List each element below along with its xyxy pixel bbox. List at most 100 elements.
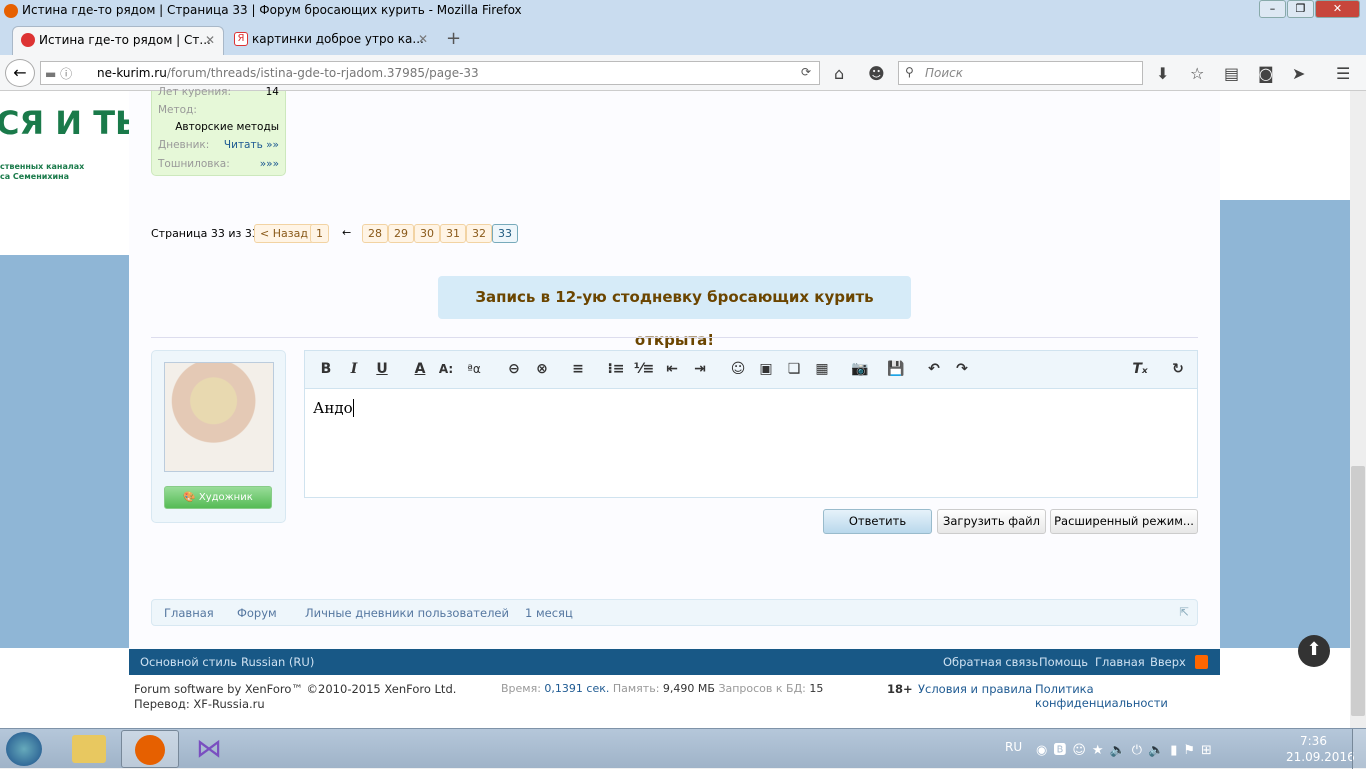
diary-link[interactable]: Читать »» — [224, 139, 279, 151]
firefox-taskbar-button[interactable] — [121, 730, 179, 768]
page-29[interactable]: 29 — [388, 224, 414, 243]
breadcrumb-month[interactable]: 1 месяц — [525, 606, 573, 620]
underline-icon[interactable]: U — [369, 355, 395, 383]
back-button[interactable]: ← — [5, 59, 35, 87]
close-tab-icon[interactable]: ✕ — [205, 33, 215, 47]
bullet-list-icon[interactable]: ⁝≡ — [603, 355, 629, 383]
app-icon[interactable]: ⋈ — [196, 735, 222, 763]
bookmarks-icon[interactable]: ▤ — [1224, 64, 1239, 83]
tab-bar: Истина где-то рядом | Ст... ✕ Якартинки д… — [0, 22, 1366, 55]
align-icon[interactable]: ≡ — [565, 355, 591, 383]
bold-icon[interactable]: B — [313, 355, 339, 383]
page-31[interactable]: 31 — [440, 224, 466, 243]
explorer-icon[interactable] — [72, 735, 106, 763]
home-link[interactable]: Главная — [1095, 655, 1145, 669]
save-draft-icon[interactable]: 💾 — [883, 355, 909, 383]
numbered-list-icon[interactable]: ⅟≡ — [631, 355, 657, 383]
tab-active[interactable]: Истина где-то рядом | Ст... ✕ — [12, 26, 224, 55]
top-link[interactable]: Вверх — [1150, 655, 1186, 669]
page-skip[interactable]: ← — [342, 226, 351, 239]
smilies-icon[interactable]: ☺ — [725, 355, 751, 383]
debug-info: Время: 0,1391 сек. Память: 9,490 МБ Запр… — [501, 682, 824, 695]
prev-page-button[interactable]: < Назад — [254, 224, 314, 243]
font-color-icon[interactable]: A — [407, 355, 433, 383]
indent-icon[interactable]: ⇥ — [687, 355, 713, 383]
upload-file-button[interactable]: Загрузить файл — [937, 509, 1046, 534]
terms-link[interactable]: Условия и правила — [918, 682, 1032, 696]
remove-format-icon[interactable]: Tₓ — [1127, 355, 1153, 383]
page-30[interactable]: 30 — [414, 224, 440, 243]
feedback-link[interactable]: Обратная связь — [943, 655, 1038, 669]
camera-icon[interactable]: 📷 — [847, 355, 873, 383]
page-28[interactable]: 28 — [362, 224, 388, 243]
nausea-link[interactable]: »»» — [260, 158, 279, 170]
user-info-panel: Лет курения: 14 Метод: Авторские методы Д… — [151, 86, 286, 176]
chat-icon[interactable]: ☻ — [868, 64, 885, 83]
minimize-button[interactable]: – — [1259, 0, 1286, 18]
font-family-icon[interactable]: ªα — [461, 355, 487, 383]
close-tab-icon[interactable]: ✕ — [418, 32, 428, 46]
reload-icon[interactable]: ⟳ — [801, 65, 811, 79]
language-chooser[interactable]: Russian (RU) — [241, 655, 314, 669]
menu-icon[interactable]: ☰ — [1336, 64, 1350, 83]
breadcrumb-diaries[interactable]: Личные дневники пользователей — [305, 606, 509, 620]
page-33-current[interactable]: 33 — [492, 224, 518, 243]
undo-icon[interactable]: ↶ — [921, 355, 947, 383]
quote-icon[interactable]: ▦ — [809, 355, 835, 383]
download-icon[interactable]: ⬇ — [1156, 64, 1169, 83]
banner-line2: са Семенихина — [0, 172, 70, 181]
start-button[interactable] — [6, 732, 42, 766]
avatar[interactable] — [164, 362, 274, 472]
maximize-button[interactable]: ❐ — [1287, 0, 1314, 18]
help-link[interactable]: Помощь — [1039, 655, 1088, 669]
breadcrumb-forum[interactable]: Форум — [237, 606, 277, 620]
editor-text: Андо — [313, 399, 353, 417]
years-label: Лет курения: — [158, 86, 232, 98]
language-indicator[interactable]: RU — [1005, 740, 1022, 754]
breadcrumb-home[interactable]: Главная — [164, 606, 214, 620]
bookmark-star-icon[interactable]: ☆ — [1190, 64, 1204, 83]
address-bar[interactable]: ▬ ⓘ ne-kurim.ru/forum/threads/istina-gde-… — [40, 61, 820, 85]
media-icon[interactable]: ❏ — [781, 355, 807, 383]
copyright[interactable]: Forum software by XenForo™ ©2010-2015 Xe… — [134, 682, 456, 696]
new-tab-button[interactable]: + — [446, 28, 461, 49]
page-icon: ▬ ⓘ — [45, 67, 73, 81]
search-input[interactable]: ⚲ Поиск — [898, 61, 1143, 85]
jump-icon[interactable]: ⇱ — [1179, 605, 1189, 619]
divider — [151, 337, 1198, 338]
scrollbar-thumb[interactable] — [1351, 466, 1365, 716]
tab-yandex[interactable]: Якартинки доброе утро ка... ✕ — [226, 26, 436, 55]
rss-icon[interactable] — [1195, 655, 1208, 669]
tray-icons[interactable]: ◉🅱☺★🔈⏻🔉▮⚑⊞ — [1036, 739, 1218, 758]
style-chooser[interactable]: Основной стиль — [140, 655, 237, 669]
unlink-icon[interactable]: ⊗ — [529, 355, 555, 383]
home-icon[interactable]: ⌂ — [834, 64, 844, 83]
outdent-icon[interactable]: ⇤ — [659, 355, 685, 383]
send-icon[interactable]: ➤ — [1292, 64, 1305, 83]
advanced-mode-button[interactable]: Расширенный режим... — [1050, 509, 1198, 534]
palette-icon: 🎨 — [183, 492, 196, 503]
reply-button[interactable]: Ответить — [823, 509, 932, 534]
translation-credit[interactable]: Перевод: XF-Russia.ru — [134, 697, 265, 711]
page-1[interactable]: 1 — [310, 224, 329, 243]
notice-banner: Запись в 12-ую стодневку бросающих курит… — [438, 276, 911, 349]
image-icon[interactable]: ▣ — [753, 355, 779, 383]
toggle-bbcode-icon[interactable]: ↻ — [1165, 355, 1191, 383]
clock-date[interactable]: 21.09.2016 — [1286, 750, 1355, 764]
editor-textarea[interactable]: Андо — [305, 389, 1197, 497]
link-icon[interactable]: ⊖ — [501, 355, 527, 383]
font-size-icon[interactable]: A: — [433, 355, 459, 383]
italic-icon[interactable]: I — [341, 355, 367, 383]
close-button[interactable]: ✕ — [1315, 0, 1360, 18]
scroll-top-button[interactable]: ⬆ — [1298, 635, 1330, 667]
background-left — [0, 255, 129, 648]
show-desktop-button[interactable] — [1352, 729, 1366, 769]
page-32[interactable]: 32 — [466, 224, 492, 243]
text-cursor — [352, 399, 354, 417]
redo-icon[interactable]: ↷ — [949, 355, 975, 383]
clock-time[interactable]: 7:36 — [1300, 734, 1327, 748]
pocket-icon[interactable]: ◙ — [1258, 64, 1274, 83]
privacy-link[interactable]: Политика конфиденциальности — [1035, 682, 1220, 710]
site-icon — [21, 33, 35, 47]
url-domain: ne-kurim.ru — [97, 66, 167, 80]
